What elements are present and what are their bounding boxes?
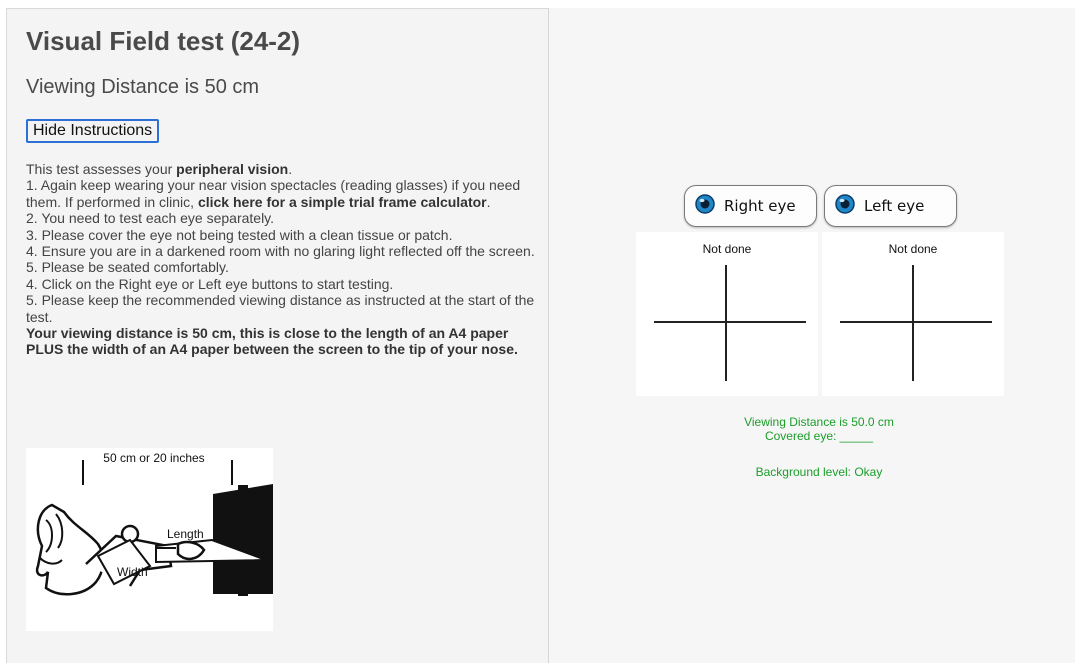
step-2: 2. You need to test each eye separately.	[26, 210, 275, 227]
intro-post: .	[288, 161, 293, 177]
left-eye-label: Left eye	[864, 197, 925, 215]
left-eye-status: Not done	[888, 242, 938, 256]
viewing-distance-diagram: 50 cm or 20 inches Width Length	[26, 448, 273, 631]
viewing-distance-readout: Viewing Distance is 50.0 cm	[744, 415, 894, 429]
test-panel: Right eye Left eye Not done Not done Vie…	[549, 8, 1075, 663]
instructions-panel: Visual Field test (24-2) Viewing Distanc…	[6, 8, 549, 663]
distance-label: 50 cm or 20 inches	[103, 451, 204, 465]
step-5: 5. Please be seated comfortably.	[26, 259, 229, 276]
left-eye-button[interactable]: Left eye	[824, 185, 957, 227]
left-eye-field-plot: Not done	[822, 232, 1004, 396]
page-title: Visual Field test (24-2)	[26, 26, 301, 56]
length-label: Length	[167, 527, 204, 541]
vertical-axis	[912, 265, 914, 381]
covered-eye-readout: Covered eye: _____	[764, 429, 874, 443]
step-7: 5. Please keep the recommended viewing d…	[26, 292, 535, 325]
vertical-axis	[725, 265, 727, 381]
hide-instructions-button[interactable]: Hide Instructions	[26, 119, 160, 143]
step-4: 4. Ensure you are in a darkened room wit…	[26, 243, 535, 260]
step-1-post: .	[486, 193, 491, 210]
instructions-text: This test assesses your peripheral visio…	[26, 161, 536, 358]
background-level-readout: Background level: Okay	[755, 465, 883, 479]
viewing-distance-illustration: 50 cm or 20 inches Width Length	[35, 451, 273, 596]
horizontal-axis	[654, 321, 806, 323]
right-eye-field-plot: Not done	[636, 232, 818, 396]
horizontal-axis	[840, 321, 992, 323]
step-1: 1. Again keep wearing your near vision s…	[26, 177, 536, 210]
trial-frame-calculator-link[interactable]: click here for a simple trial frame calc…	[198, 194, 487, 210]
intro-bold: peripheral vision	[176, 161, 289, 177]
right-eye-button[interactable]: Right eye	[684, 185, 817, 227]
eye-icon	[695, 194, 715, 218]
width-label: Width	[117, 565, 148, 579]
eye-icon	[835, 194, 855, 218]
intro-line: This test assesses your peripheral visio…	[26, 161, 536, 177]
viewing-distance-subtitle: Viewing Distance is 50 cm	[26, 76, 260, 98]
right-eye-label: Right eye	[724, 197, 796, 215]
distance-note: Your viewing distance is 50 cm, this is …	[26, 325, 518, 358]
step-6: 4. Click on the Right eye or Left eye bu…	[26, 275, 394, 292]
step-3: 3. Please cover the eye not being tested…	[26, 226, 453, 243]
intro-text: This test assesses your	[26, 161, 177, 177]
right-eye-status: Not done	[702, 242, 752, 256]
